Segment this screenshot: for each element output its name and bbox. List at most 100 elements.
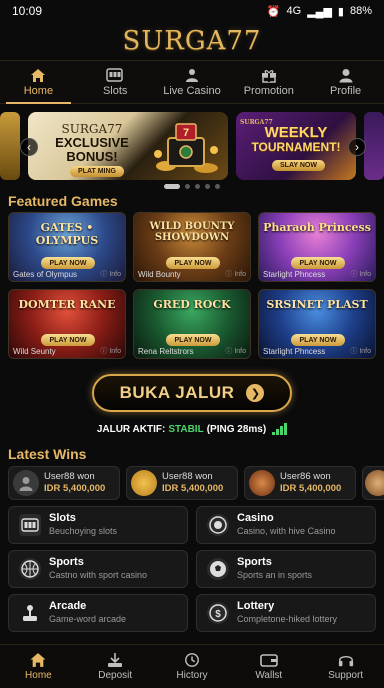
category-title: Sports xyxy=(237,556,272,568)
game-info-link[interactable]: ⓘ Info xyxy=(100,346,121,356)
promo-carousel[interactable]: SURGA77 EXCLUSIVE BONUS! PLAT MING 7 SUR… xyxy=(0,108,384,186)
game-card[interactable]: GRED ROCK PLAY NOW Rena Reltstrors ⓘ Inf… xyxy=(133,289,251,359)
alarm-icon: ⏰ xyxy=(266,5,281,18)
banner-title-line2: TOURNAMENT! xyxy=(251,140,341,154)
bottom-nav-support[interactable]: Support xyxy=(307,645,384,688)
banner-cta-button[interactable]: SLAY NOW xyxy=(272,160,325,171)
carousel-dot[interactable] xyxy=(164,184,180,189)
category-arcade[interactable]: Arcade Game-word arcade xyxy=(8,594,188,632)
featured-games-grid: GATES • OLYMPUS PLAY NOW Gates of Olympu… xyxy=(8,212,376,359)
game-card[interactable]: GATES • OLYMPUS PLAY NOW Gates of Olympu… xyxy=(8,212,126,282)
category-subtitle: Castno with sport casino xyxy=(49,570,148,580)
banner-next-peek[interactable] xyxy=(364,112,384,180)
carousel-dot[interactable] xyxy=(215,184,220,189)
user-icon xyxy=(337,67,355,83)
win-amount: IDR 5,400,000 xyxy=(44,483,106,494)
history-icon xyxy=(183,652,201,668)
banner-title-line1: WEEKLY xyxy=(264,124,328,141)
game-name: Starlight Phncess xyxy=(263,347,326,356)
category-casino[interactable]: Casino Casino, with hive Casino xyxy=(196,506,376,544)
category-slots[interactable]: Slots Beuchoying slots xyxy=(8,506,188,544)
banner-exclusive-bonus[interactable]: SURGA77 EXCLUSIVE BONUS! PLAT MING 7 xyxy=(28,112,228,180)
category-subtitle: Completone-hiked lottery xyxy=(237,614,338,624)
network-label: 4G xyxy=(286,5,302,17)
info-icon: ⓘ xyxy=(350,271,360,278)
game-art-title: WILD BOUNTY SHOWDOWN xyxy=(149,221,235,243)
category-lottery[interactable]: $ Lottery Completone-hiked lottery xyxy=(196,594,376,632)
svg-text:$: $ xyxy=(215,609,221,620)
jalur-ping: (PING 28ms) xyxy=(206,423,267,435)
latest-wins-list[interactable]: User88 won IDR 5,400,000 User88 won IDR … xyxy=(8,466,384,500)
category-subtitle: Casino, with hive Casino xyxy=(237,526,336,536)
top-nav-profile[interactable]: Profile xyxy=(307,61,384,103)
carousel-dot[interactable] xyxy=(195,184,200,189)
avatar xyxy=(131,470,157,496)
play-now-button[interactable]: PLAY NOW xyxy=(166,334,220,346)
banner-weekly-tournament[interactable]: SURGA77 WEEKLY TOURNAMENT! SLAY NOW xyxy=(236,112,356,180)
top-nav-label: Live Casino xyxy=(163,85,221,97)
win-item-peek[interactable] xyxy=(362,466,384,500)
win-item[interactable]: User86 won IDR 5,400,000 xyxy=(244,466,356,500)
game-art-title: DOMTER RANE xyxy=(18,298,116,311)
buka-jalur-button[interactable]: BUKA JALUR ❯ xyxy=(92,374,292,412)
game-card[interactable]: Pharaoh Princess PLAY NOW Starlight Phnc… xyxy=(258,212,376,282)
brand-logo[interactable]: SURGA77 xyxy=(123,26,262,56)
category-sports-alt[interactable]: Sports Sports an in sports xyxy=(196,550,376,588)
game-card[interactable]: WILD BOUNTY SHOWDOWN PLAY NOW Wild Bount… xyxy=(133,212,251,282)
banner-brand: SURGA77 xyxy=(61,122,123,136)
bottom-nav-deposit[interactable]: Deposit xyxy=(77,645,154,688)
category-title: Casino xyxy=(237,512,274,524)
game-card[interactable]: DOMTER RANE PLAY NOW Wild Seunty ⓘ Info xyxy=(8,289,126,359)
treasure-chest-icon: 7 xyxy=(154,123,218,173)
basketball-icon xyxy=(19,558,41,580)
top-nav-label: Profile xyxy=(329,85,362,97)
play-now-button[interactable]: PLAY NOW xyxy=(291,257,345,269)
avatar xyxy=(13,470,39,496)
game-art-title: SRSINET PLAST xyxy=(266,298,368,311)
game-info-link[interactable]: ⓘ Info xyxy=(225,269,246,279)
game-name: Rena Reltstrors xyxy=(138,347,194,356)
category-sports[interactable]: Sports Castno with sport casino xyxy=(8,550,188,588)
gift-icon xyxy=(260,67,278,83)
top-nav-promotion[interactable]: Promotion xyxy=(230,61,307,103)
carousel-dot[interactable] xyxy=(185,184,190,189)
brand-header: SURGA77 xyxy=(0,22,384,60)
battery-level: 88% xyxy=(349,5,372,17)
top-nav-home[interactable]: Home xyxy=(0,61,77,104)
carousel-next-button[interactable]: › xyxy=(348,138,366,156)
category-subtitle: Beuchoying slots xyxy=(49,526,118,536)
chip-icon xyxy=(207,514,229,536)
win-amount: IDR 5,400,000 xyxy=(280,483,342,494)
carousel-dot[interactable] xyxy=(205,184,210,189)
bottom-nav-history[interactable]: Hictory xyxy=(154,645,231,688)
top-nav-live-casino[interactable]: Live Casino xyxy=(154,61,231,103)
info-icon: ⓘ xyxy=(225,348,235,355)
game-name: Starlight Phncess xyxy=(263,270,326,279)
arrow-right-icon: ❯ xyxy=(246,384,265,402)
jalur-status-value: STABIL xyxy=(168,423,204,435)
carousel-indicators xyxy=(0,184,384,189)
win-item[interactable]: User88 won IDR 5,400,000 xyxy=(126,466,238,500)
signal-icon: ▂▄▆ xyxy=(307,5,332,18)
bottom-nav-label: Deposit xyxy=(98,670,133,681)
buka-jalur-label: BUKA JALUR xyxy=(119,383,235,402)
top-nav-slots[interactable]: Slots xyxy=(77,61,154,103)
play-now-button[interactable]: PLAY NOW xyxy=(291,334,345,346)
banner-cta-button[interactable]: PLAT MING xyxy=(70,166,124,177)
bottom-nav-home[interactable]: Home xyxy=(0,645,77,688)
game-info-link[interactable]: ⓘ Info xyxy=(350,269,371,279)
play-now-button[interactable]: PLAY NOW xyxy=(166,257,220,269)
soccer-ball-icon xyxy=(207,558,229,580)
play-now-button[interactable]: PLAY NOW xyxy=(41,334,95,346)
play-now-button[interactable]: PLAY NOW xyxy=(41,257,95,269)
game-info-link[interactable]: ⓘ Info xyxy=(100,269,121,279)
carousel-prev-button[interactable]: ‹ xyxy=(20,138,38,156)
game-info-link[interactable]: ⓘ Info xyxy=(350,346,371,356)
bottom-nav-wallet[interactable]: Wallst xyxy=(230,645,307,688)
game-info-link[interactable]: ⓘ Info xyxy=(225,346,246,356)
game-card[interactable]: SRSINET PLAST PLAY NOW Starlight Phncess… xyxy=(258,289,376,359)
latest-wins-title: Latest Wins xyxy=(8,446,87,462)
banner-prev-peek[interactable] xyxy=(0,112,20,180)
bottom-nav-label: Support xyxy=(328,670,364,681)
win-item[interactable]: User88 won IDR 5,400,000 xyxy=(8,466,120,500)
